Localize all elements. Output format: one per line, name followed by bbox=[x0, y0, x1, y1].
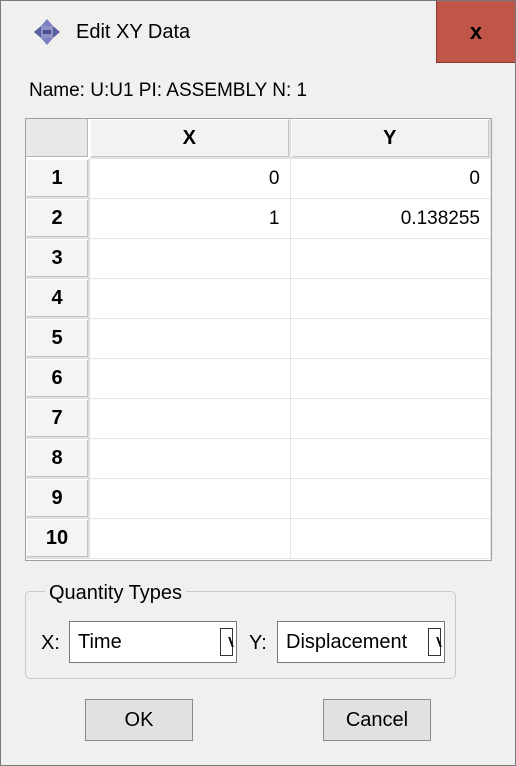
table-corner[interactable] bbox=[26, 119, 90, 159]
cell-y[interactable] bbox=[290, 239, 491, 279]
xy-data-table: X Y 1 0 0 2 1 0.138255 3 4 5 6 7 8 9 10 bbox=[25, 118, 492, 561]
row-header[interactable]: 7 bbox=[26, 399, 90, 439]
title-bar[interactable]: Edit XY Data x bbox=[1, 1, 515, 63]
dropdown-arrow-icon[interactable] bbox=[428, 628, 441, 656]
x-quantity-type-value: Time bbox=[78, 631, 122, 653]
cell-x[interactable] bbox=[90, 359, 291, 399]
row-header[interactable]: 1 bbox=[26, 159, 90, 199]
cell-y[interactable] bbox=[290, 479, 491, 519]
y-quantity-type-combo[interactable]: Displacement bbox=[277, 621, 445, 663]
cell-y[interactable] bbox=[290, 439, 491, 479]
column-header-x[interactable]: X bbox=[90, 119, 291, 159]
cell-x[interactable] bbox=[90, 319, 291, 359]
row-header[interactable]: 9 bbox=[26, 479, 90, 519]
move-arrows-icon bbox=[34, 19, 60, 45]
edit-xy-data-dialog: Edit XY Data x Name: U:U1 PI: ASSEMBLY N… bbox=[0, 0, 516, 766]
cell-y[interactable] bbox=[290, 319, 491, 359]
quantity-types-legend: Quantity Types bbox=[45, 580, 187, 606]
close-button[interactable]: x bbox=[436, 1, 515, 63]
cell-x[interactable] bbox=[90, 279, 291, 319]
cell-x[interactable]: 1 bbox=[90, 199, 291, 239]
cell-y[interactable]: 0.138255 bbox=[290, 199, 491, 239]
row-header[interactable]: 6 bbox=[26, 359, 90, 399]
cell-y[interactable] bbox=[290, 359, 491, 399]
cell-y[interactable] bbox=[290, 519, 491, 559]
dropdown-arrow-icon[interactable] bbox=[220, 628, 233, 656]
cell-x[interactable]: 0 bbox=[90, 159, 291, 199]
row-header[interactable]: 3 bbox=[26, 239, 90, 279]
x-type-label: X: bbox=[41, 632, 60, 654]
row-header[interactable]: 8 bbox=[26, 439, 90, 479]
close-icon: x bbox=[469, 18, 483, 44]
row-header[interactable]: 2 bbox=[26, 199, 90, 239]
row-header[interactable]: 10 bbox=[26, 519, 90, 559]
cell-x[interactable] bbox=[90, 399, 291, 439]
cell-x[interactable] bbox=[90, 479, 291, 519]
cell-x[interactable] bbox=[90, 519, 291, 559]
table-row: 1 0 0 bbox=[26, 159, 491, 199]
table-row: 6 bbox=[26, 359, 491, 399]
y-quantity-type-value: Displacement bbox=[286, 631, 408, 653]
y-type-label: Y: bbox=[249, 632, 267, 654]
table-row: 4 bbox=[26, 279, 491, 319]
cell-y[interactable]: 0 bbox=[290, 159, 491, 199]
table-row: 9 bbox=[26, 479, 491, 519]
table-row: 2 1 0.138255 bbox=[26, 199, 491, 239]
cell-x[interactable] bbox=[90, 239, 291, 279]
table-row: 3 bbox=[26, 239, 491, 279]
cell-y[interactable] bbox=[290, 279, 491, 319]
data-name-label: Name: U:U1 PI: ASSEMBLY N: 1 bbox=[29, 80, 308, 101]
row-header[interactable]: 5 bbox=[26, 319, 90, 359]
cancel-button[interactable]: Cancel bbox=[323, 699, 431, 741]
cell-y[interactable] bbox=[290, 399, 491, 439]
table-row: 8 bbox=[26, 439, 491, 479]
column-header-y[interactable]: Y bbox=[290, 119, 491, 159]
cell-x[interactable] bbox=[90, 439, 291, 479]
window-title: Edit XY Data bbox=[76, 21, 191, 43]
x-quantity-type-combo[interactable]: Time bbox=[69, 621, 237, 663]
table-row: 10 bbox=[26, 519, 491, 559]
ok-button[interactable]: OK bbox=[85, 699, 193, 741]
table-row: 7 bbox=[26, 399, 491, 439]
row-header[interactable]: 4 bbox=[26, 279, 90, 319]
table-row: 5 bbox=[26, 319, 491, 359]
